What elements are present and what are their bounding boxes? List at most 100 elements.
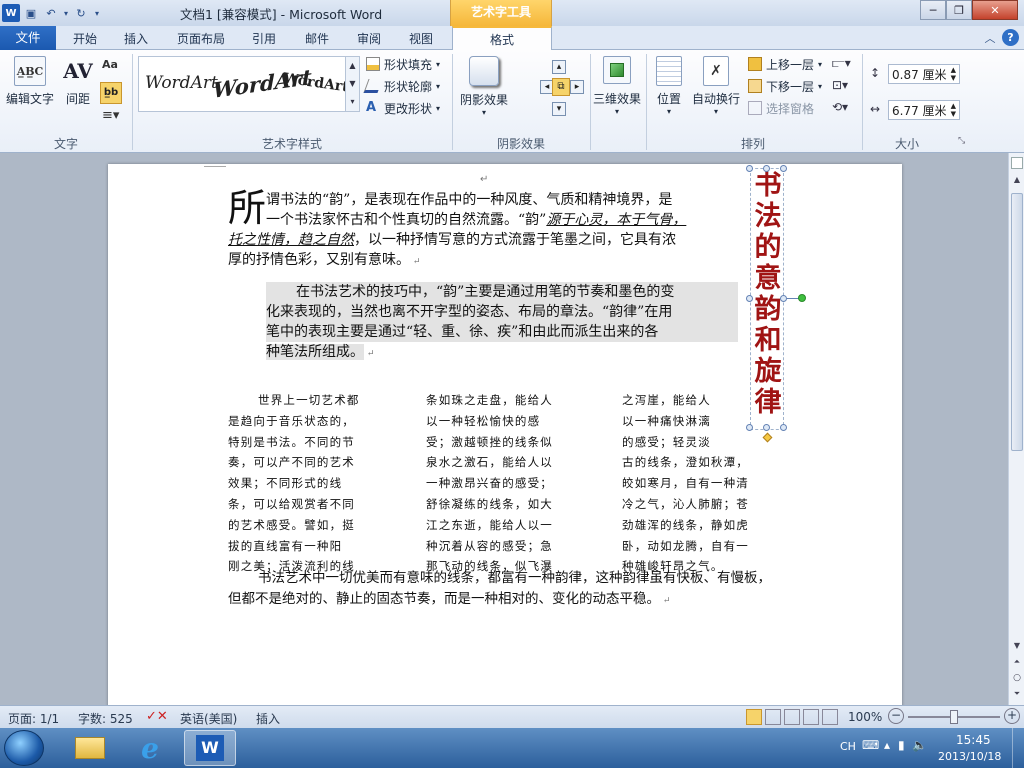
ruler-toggle-icon[interactable] [1011, 157, 1023, 169]
full-screen-reading-icon[interactable] [765, 709, 781, 725]
draft-icon[interactable] [822, 709, 838, 725]
paragraph-4-line-1[interactable]: 书法艺术中一切优美而有意味的线条，都富有一种韵律，这种韵律虽有快板、有慢板， [228, 568, 788, 588]
explorer-taskbar-button[interactable] [64, 730, 116, 766]
align-text-icon[interactable]: ≡▾ [102, 108, 124, 123]
text-column-2[interactable]: 条如珠之走盘，能给人 以一种轻松愉快的感 受；激越顿挫的线条似 泉水之激石，能给… [426, 390, 584, 577]
chevron-down-icon[interactable]: ▾ [62, 4, 70, 22]
outline-icon[interactable] [803, 709, 819, 725]
redo-icon[interactable]: ↻ [72, 4, 90, 22]
align-icon[interactable]: ⫍▾ [832, 56, 856, 72]
document-page[interactable]: ↵ 所 谓书法的“韵”，是表现在作品中的一种风度、气质和精神境界，是 一个书法家… [108, 164, 902, 705]
page-count[interactable]: 页面: 1/1 [8, 710, 59, 727]
vertical-text-icon[interactable]: b̲b [100, 82, 122, 104]
ie-taskbar-button[interactable]: e [124, 730, 176, 766]
clock-time[interactable]: 15:45 [956, 733, 991, 747]
start-button[interactable] [4, 730, 44, 766]
selection-pane-button[interactable]: 选择窗格 [748, 98, 814, 118]
maximize-button[interactable]: ❐ [946, 0, 972, 20]
wordart-sample-1[interactable]: WordArt [145, 73, 218, 93]
tab-review[interactable]: 审阅 [345, 29, 393, 50]
resize-handle[interactable] [746, 295, 753, 302]
select-browse-object-icon[interactable]: ○ [1010, 673, 1024, 687]
nudge-down-icon[interactable]: ▾ [552, 102, 566, 116]
undo-icon[interactable]: ↶ [42, 4, 60, 22]
rotate-handle[interactable] [798, 294, 806, 302]
word-count[interactable]: 字数: 525 [78, 710, 133, 727]
paragraph-2[interactable]: 在书法艺术的技巧中，“韵”主要是通过用笔的节奏和墨色的变 化来表现的，当然也离不… [266, 282, 738, 364]
rotate-icon[interactable]: ⟲▾ [832, 100, 856, 116]
position-button[interactable]: 位置 ▾ [650, 56, 688, 116]
tab-format[interactable]: 格式 [452, 26, 552, 51]
resize-handle[interactable] [780, 295, 787, 302]
zoom-out-icon[interactable]: − [888, 708, 904, 724]
tab-mailings[interactable]: 邮件 [293, 29, 341, 50]
shape-fill-button[interactable]: 形状填充 ▾ [366, 54, 440, 74]
paragraph-1-line-3[interactable]: 托之性情，趋之自然，以一种抒情写意的方式流露于笔墨之间，它具有浓 [228, 230, 748, 250]
scroll-down-icon[interactable]: ▼ [1010, 641, 1024, 655]
print-layout-icon[interactable] [746, 709, 762, 725]
proofing-icon[interactable]: ✓✕ [146, 709, 168, 724]
tab-file[interactable]: 文件 [0, 26, 56, 50]
nudge-right-icon[interactable]: ▸ [570, 80, 584, 94]
keyboard-icon[interactable]: ⌨ [862, 738, 879, 752]
paragraph-1-line-2[interactable]: 一个书法家怀古和个性真切的自然流露。“韵”源于心灵，本于气骨， [266, 210, 746, 230]
nudge-up-icon[interactable]: ▴ [552, 60, 566, 74]
customize-qat-icon[interactable]: ▾ [92, 4, 102, 22]
paragraph-1-line-1[interactable]: 谓书法的“韵”，是表现在作品中的一种风度、气质和精神境界，是 [266, 190, 746, 210]
word-taskbar-button[interactable]: W [184, 730, 236, 766]
input-language[interactable]: CH [840, 740, 856, 753]
paragraph-1-line-4[interactable]: 厚的抒情色彩，又别有意味。 ↵ [228, 250, 748, 272]
shape-width-stepper[interactable]: 6.77 厘米 ▲ ▼ [888, 100, 960, 120]
clock-date[interactable]: 2013/10/18 [938, 750, 1001, 763]
next-page-icon[interactable]: ⏷ [1010, 689, 1024, 703]
resize-handle[interactable] [780, 424, 787, 431]
3d-effects-button[interactable]: 三维效果 ▾ [592, 56, 642, 116]
show-desktop-button[interactable] [1012, 728, 1024, 768]
zoom-level[interactable]: 100% [848, 710, 882, 724]
shape-height-stepper[interactable]: 0.87 厘米 ▲ ▼ [888, 64, 960, 84]
previous-page-icon[interactable]: ⏶ [1010, 657, 1024, 671]
tab-references[interactable]: 引用 [240, 29, 288, 50]
network-icon[interactable]: ▮ [898, 738, 905, 752]
text-column-1[interactable]: 世界上一切艺术都 是趋向于音乐状态的， 特别是书法。不同的节 奏，可以产不同的艺… [228, 390, 386, 577]
gallery-scroll[interactable]: ▲ ▼ ▾ [345, 56, 360, 112]
spinner-icon[interactable]: ▲ ▼ [951, 66, 956, 82]
spinner-icon[interactable]: ▲ ▼ [951, 102, 956, 118]
tab-page-layout[interactable]: 页面布局 [166, 29, 236, 50]
minimize-ribbon-icon[interactable]: ︿ [982, 30, 998, 46]
shadow-effect-button[interactable]: 阴影效果 ▾ [458, 56, 510, 117]
tab-view[interactable]: 视图 [397, 29, 445, 50]
help-icon[interactable]: ? [1002, 29, 1019, 46]
resize-handle[interactable] [763, 424, 770, 431]
change-shape-button[interactable]: A 更改形状 ▾ [366, 98, 440, 118]
word-logo-icon[interactable]: W [2, 4, 20, 22]
tray-arrow-icon[interactable]: ▴ [884, 738, 890, 752]
send-backward-button[interactable]: 下移一层 ▾ [748, 76, 822, 96]
wrap-text-button[interactable]: ✗ 自动换行 ▾ [690, 56, 742, 116]
paragraph-4-line-2[interactable]: 但都不是绝对的、静止的固态节奏，而是一种相对的、变化的动态平稳。 ↵ [228, 589, 788, 611]
resize-handle[interactable] [746, 424, 753, 431]
save-icon[interactable]: ▣ [22, 4, 40, 22]
edit-text-button[interactable]: A̲B̲C 编辑文字 [6, 56, 54, 107]
minimize-button[interactable]: ─ [920, 0, 946, 20]
insert-mode[interactable]: 插入 [256, 710, 280, 727]
resize-handle[interactable] [780, 165, 787, 172]
close-button[interactable]: ✕ [972, 0, 1018, 20]
volume-icon[interactable]: 🔈 [912, 738, 927, 752]
resize-handle[interactable] [763, 165, 770, 172]
resize-handle[interactable] [746, 165, 753, 172]
shape-outline-button[interactable]: 形状轮廓 ▾ [363, 76, 440, 96]
zoom-slider-thumb[interactable] [950, 710, 958, 724]
language[interactable]: 英语(美国) [180, 710, 237, 727]
web-layout-icon[interactable] [784, 709, 800, 725]
vertical-scrollbar[interactable]: ▲ ▼ ⏶ ○ ⏷ [1008, 153, 1024, 705]
spacing-button[interactable]: AV 间距 [62, 56, 94, 107]
scroll-up-icon[interactable]: ▲ [1010, 175, 1024, 189]
group-icon[interactable]: ⊡▾ [832, 78, 856, 94]
even-height-icon[interactable]: Aa [102, 58, 122, 74]
bring-forward-button[interactable]: 上移一层 ▾ [748, 54, 822, 74]
wordart-style-gallery[interactable]: WordArt WordArt WordArt [138, 56, 360, 112]
tab-insert[interactable]: 插入 [112, 29, 160, 50]
dialog-launcher-icon[interactable]: ⤡ [958, 136, 965, 146]
tab-home[interactable]: 开始 [60, 29, 110, 50]
